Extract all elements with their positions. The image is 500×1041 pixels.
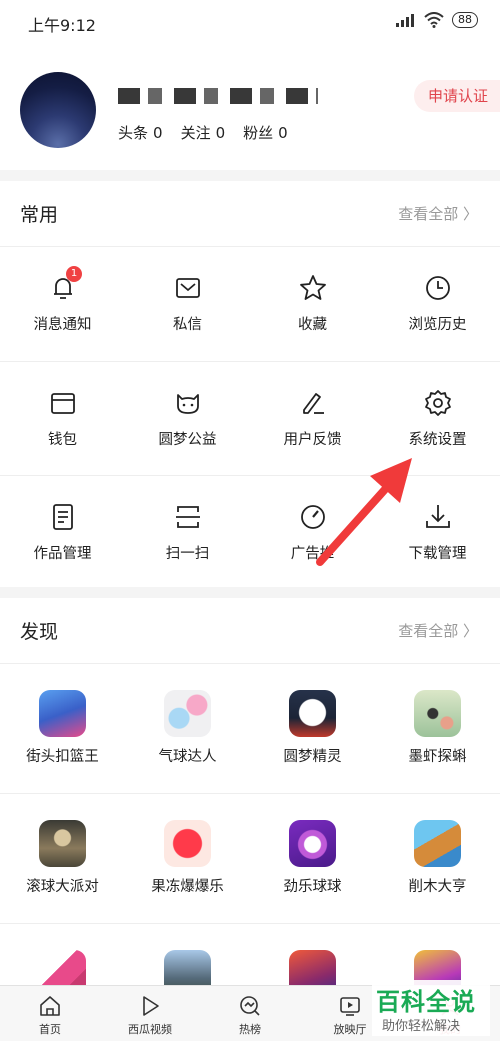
game-item[interactable]: 街头扣篮王 <box>0 664 125 794</box>
menu-item-label: 收藏 <box>298 317 327 333</box>
game-item[interactable]: 圆梦精灵 <box>250 664 375 794</box>
discover-view-all-link[interactable]: 查看全部 〉 <box>398 620 478 641</box>
stat-fans[interactable]: 粉丝 0 <box>243 122 288 143</box>
menu-item-notifications[interactable]: 1 消息通知 <box>0 247 125 361</box>
tab-label: 西瓜视频 <box>128 1023 172 1036</box>
game-thumbnail <box>164 690 211 737</box>
common-grid: 1 消息通知 私信 收藏 浏览历史 钱包 圆梦公益 用户反馈 系统设置 作品管理… <box>0 247 500 589</box>
stat-following[interactable]: 关注 0 <box>181 122 226 143</box>
status-icons: 88 <box>396 12 478 28</box>
menu-item-label: 扫一扫 <box>165 546 210 562</box>
menu-item-label: 浏览历史 <box>408 317 467 333</box>
game-item[interactable]: 劲乐球球 <box>250 794 375 924</box>
game-thumbnail <box>289 690 336 737</box>
game-label: 削木大亨 <box>408 879 467 895</box>
game-item[interactable]: 墨虾探蝌 <box>375 664 500 794</box>
game-label: 墨虾探蝌 <box>408 749 467 765</box>
gear-icon <box>424 390 451 416</box>
menu-item-ads[interactable]: 广告推 <box>250 475 375 589</box>
star-icon <box>299 275 326 300</box>
game-thumbnail <box>39 820 86 867</box>
menu-item-settings[interactable]: 系统设置 <box>375 361 500 475</box>
signal-icon <box>396 14 414 27</box>
status-time: 上午9:12 <box>28 16 96 35</box>
game-item[interactable]: 果冻爆爆乐 <box>125 794 250 924</box>
menu-item-label: 作品管理 <box>33 546 92 562</box>
menu-item-label: 广告推 <box>290 546 335 562</box>
menu-item-label: 下载管理 <box>408 546 467 562</box>
scan-icon <box>175 506 200 528</box>
game-label: 果冻爆爆乐 <box>151 879 224 895</box>
menu-item-label: 用户反馈 <box>283 432 342 448</box>
home-icon <box>40 996 60 1016</box>
game-label: 劲乐球球 <box>283 879 342 895</box>
discover-title: 发现 <box>20 621 59 643</box>
trending-icon <box>240 996 260 1016</box>
notification-badge: 1 <box>66 266 82 282</box>
wallet-icon <box>50 393 75 414</box>
game-thumbnail <box>164 820 211 867</box>
tab-trending[interactable]: 热榜 <box>200 986 300 1041</box>
username-redacted[interactable] <box>118 88 318 104</box>
tab-label: 热榜 <box>239 1023 261 1036</box>
download-icon <box>425 505 450 528</box>
game-thumbnail <box>289 820 336 867</box>
menu-item-messages[interactable]: 私信 <box>125 247 250 361</box>
common-header: 常用 查看全部 〉 <box>0 181 500 247</box>
play-icon <box>143 996 159 1016</box>
game-label: 滚球大派对 <box>26 879 99 895</box>
charity-icon <box>176 394 199 414</box>
menu-item-works[interactable]: 作品管理 <box>0 475 125 589</box>
menu-item-label: 消息通知 <box>33 317 92 333</box>
menu-item-label: 圆梦公益 <box>158 432 217 448</box>
menu-item-label: 钱包 <box>48 432 77 448</box>
menu-item-downloads[interactable]: 下载管理 <box>375 475 500 589</box>
menu-item-charity[interactable]: 圆梦公益 <box>125 361 250 475</box>
game-thumbnail <box>414 820 461 867</box>
discover-section: 发现 查看全部 〉 街头扣篮王 气球达人 圆梦精灵 墨虾探蝌 滚球大派对 果冻爆… <box>0 598 500 997</box>
common-section: 常用 查看全部 〉 1 消息通知 私信 收藏 浏览历史 钱包 圆梦公益 用户反馈… <box>0 181 500 587</box>
tab-home[interactable]: 首页 <box>0 986 100 1041</box>
common-view-all-link[interactable]: 查看全部 〉 <box>398 203 478 224</box>
game-label: 圆梦精灵 <box>283 749 342 765</box>
tab-label: 首页 <box>39 1023 61 1036</box>
mail-icon <box>175 278 200 298</box>
profile-stats: 头条 0 关注 0 粉丝 0 <box>118 122 288 143</box>
watermark-title: 百科全说 <box>376 988 476 1016</box>
menu-item-label: 私信 <box>173 317 202 333</box>
wifi-icon <box>424 12 444 28</box>
menu-item-history[interactable]: 浏览历史 <box>375 247 500 361</box>
common-title: 常用 <box>20 204 59 226</box>
apply-verification-button[interactable]: 申请认证 <box>413 80 500 112</box>
avatar[interactable] <box>20 72 96 148</box>
document-icon <box>52 504 73 530</box>
profile-header: 头条 0 关注 0 粉丝 0 申请认证 <box>0 44 500 170</box>
menu-item-scan[interactable]: 扫一扫 <box>125 475 250 589</box>
menu-item-favorites[interactable]: 收藏 <box>250 247 375 361</box>
game-label: 气球达人 <box>158 749 217 765</box>
game-item[interactable]: 滚球大派对 <box>0 794 125 924</box>
game-thumbnail <box>414 690 461 737</box>
discover-header: 发现 查看全部 〉 <box>0 598 500 664</box>
menu-item-wallet[interactable]: 钱包 <box>0 361 125 475</box>
status-bar: 上午9:12 88 <box>0 0 500 44</box>
tab-xigua-video[interactable]: 西瓜视频 <box>100 986 200 1041</box>
watermark-subtitle: 助你轻松解决 <box>382 1019 461 1034</box>
watermark: 百科全说 助你轻松解决 <box>372 980 490 1036</box>
battery-icon: 88 <box>452 12 478 28</box>
menu-item-feedback[interactable]: 用户反馈 <box>250 361 375 475</box>
game-thumbnail <box>39 690 86 737</box>
menu-item-label: 系统设置 <box>408 432 467 448</box>
gauge-icon <box>300 505 325 529</box>
feedback-pen-icon <box>302 393 324 414</box>
game-item[interactable]: 削木大亨 <box>375 794 500 924</box>
game-label: 街头扣篮王 <box>26 749 99 765</box>
game-item[interactable]: 气球达人 <box>125 664 250 794</box>
clock-icon <box>425 276 450 300</box>
cinema-icon <box>340 997 360 1016</box>
stat-toutiao[interactable]: 头条 0 <box>118 122 163 143</box>
